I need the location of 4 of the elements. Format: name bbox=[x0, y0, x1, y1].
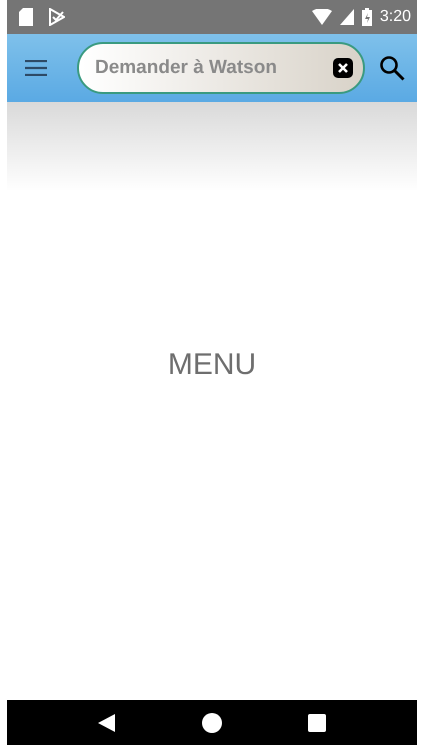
search-input[interactable]: Demander à Watson bbox=[93, 52, 325, 84]
clock-time: 3:20 bbox=[380, 7, 411, 27]
menu-label: MENU bbox=[166, 347, 258, 383]
search-bar[interactable]: Demander à Watson bbox=[77, 42, 365, 94]
